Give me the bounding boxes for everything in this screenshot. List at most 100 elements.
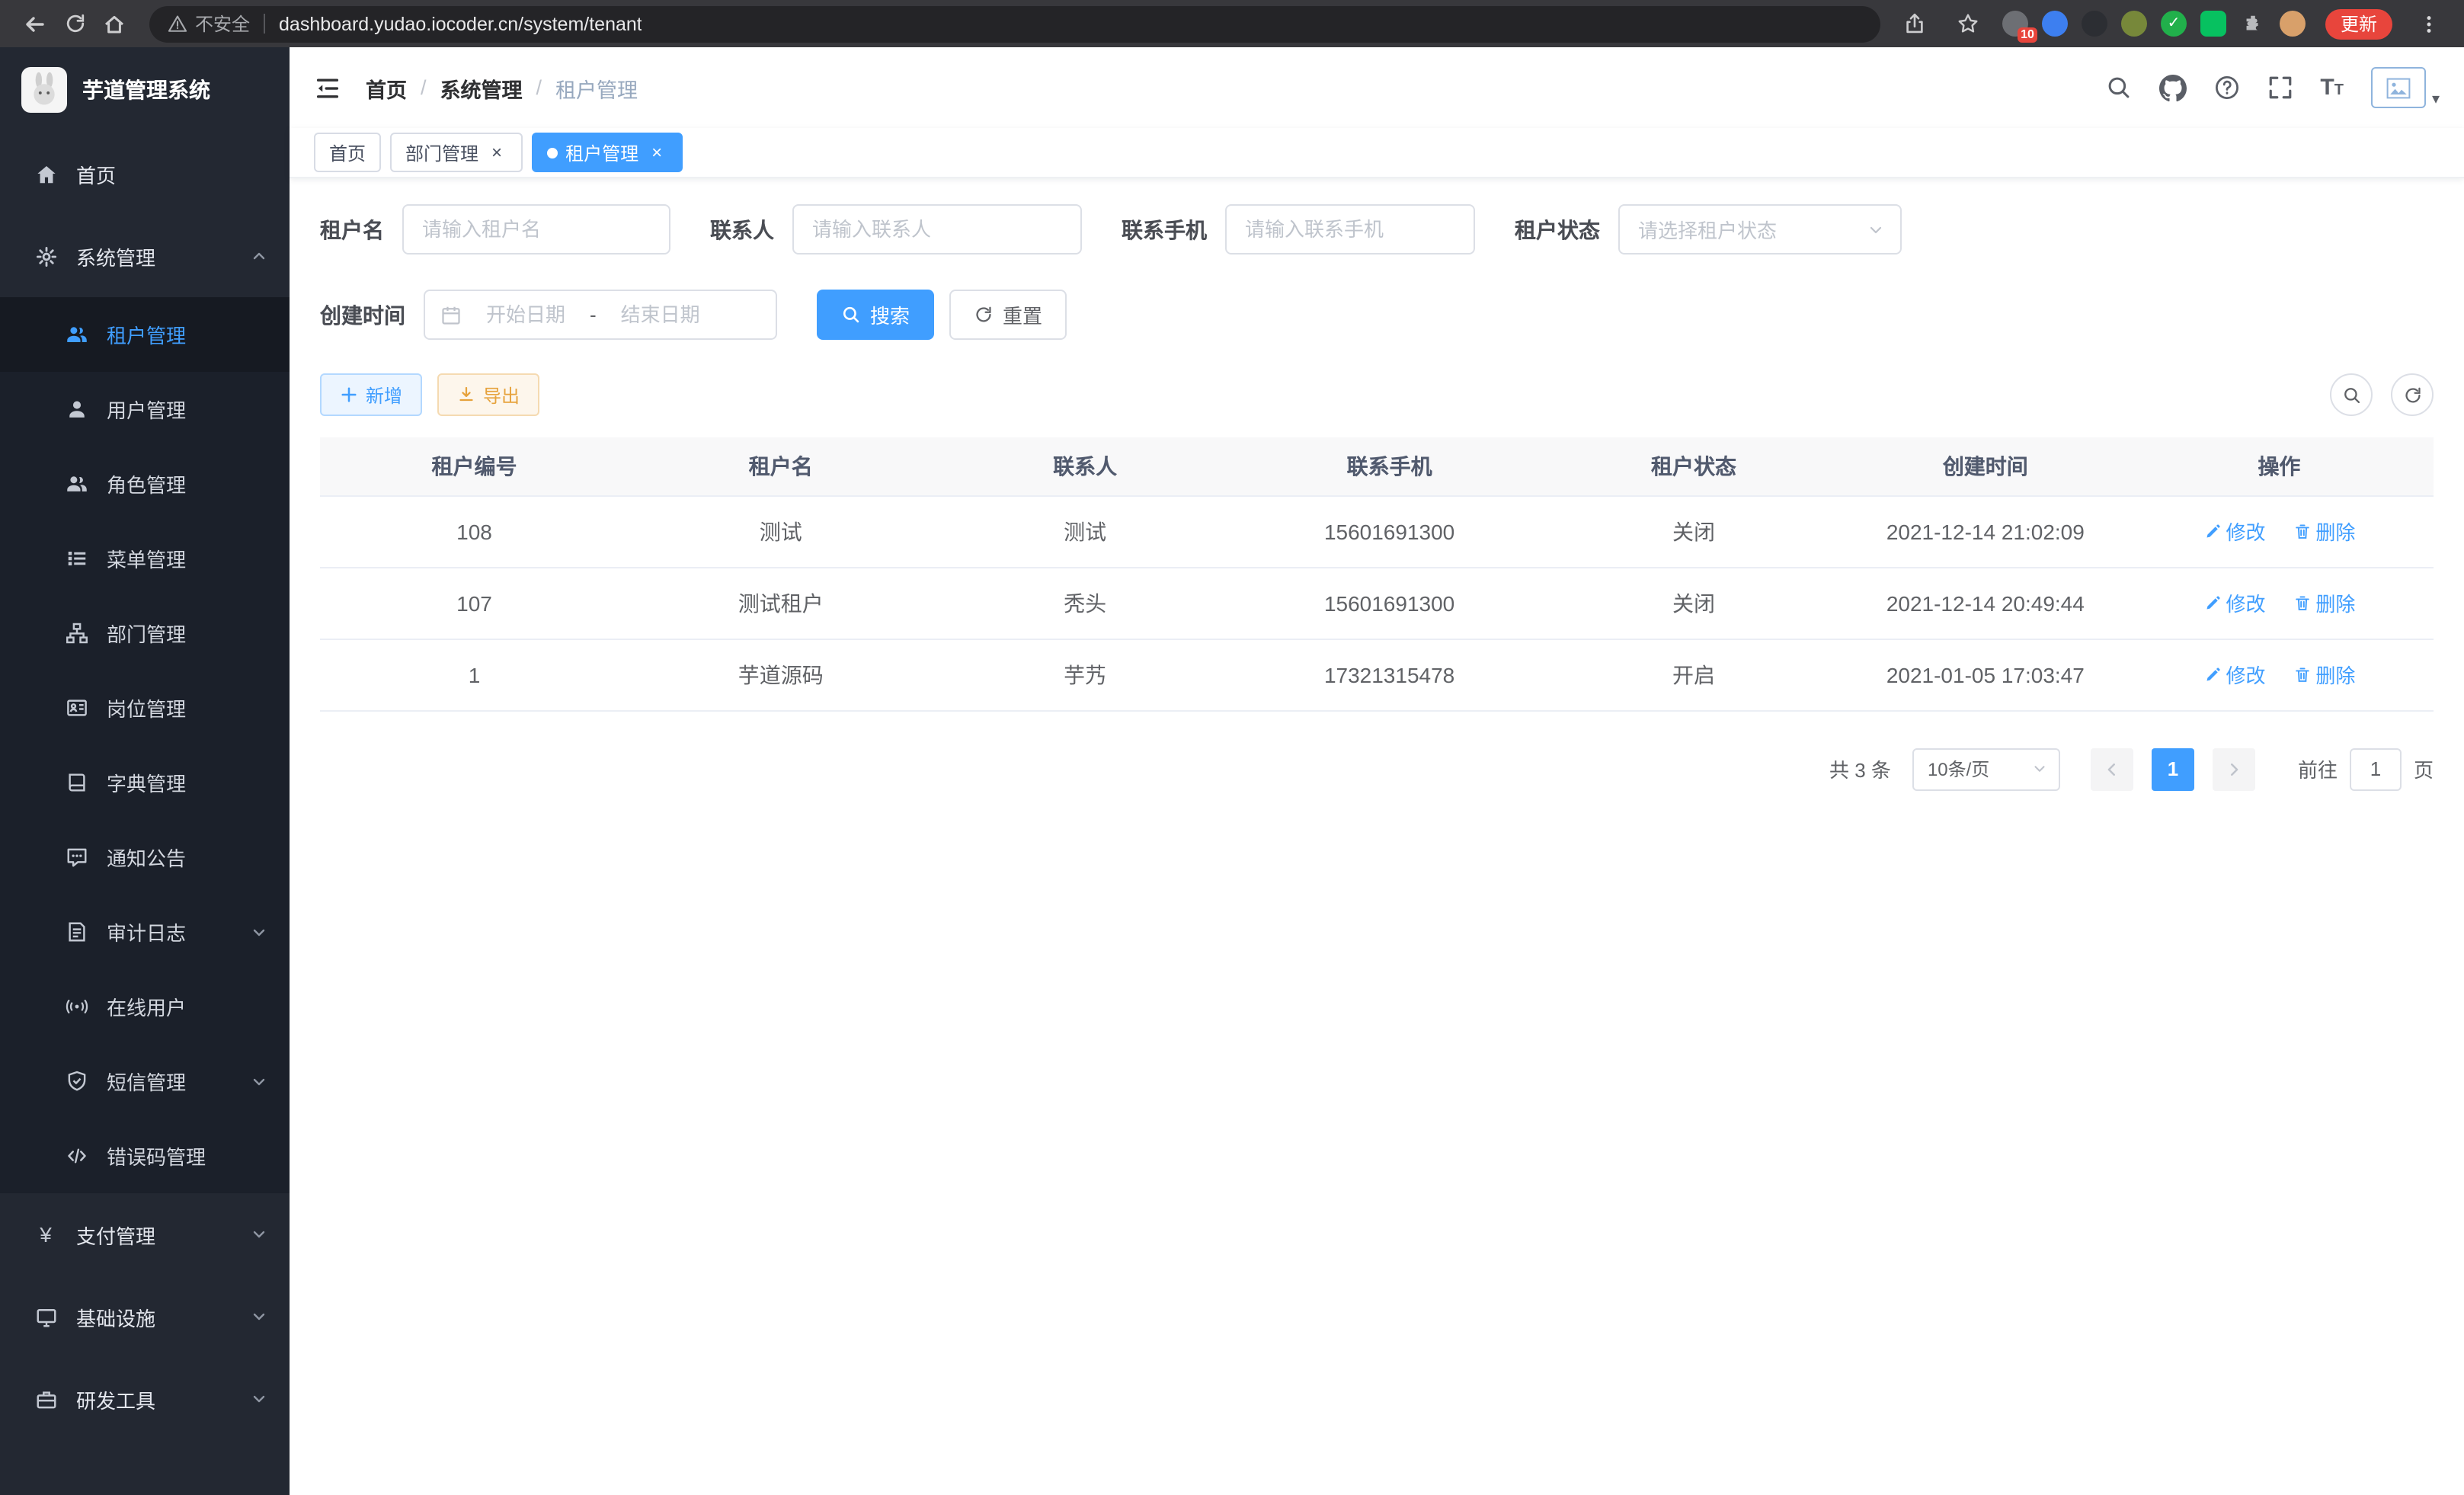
sidebar-item-notice[interactable]: 通知公告: [0, 820, 290, 895]
sidebar-item-home[interactable]: 首页: [0, 133, 290, 215]
delete-button[interactable]: 删除: [2293, 588, 2355, 617]
export-button[interactable]: 导出: [437, 373, 539, 416]
chrome-update-button[interactable]: 更新: [2325, 8, 2392, 39]
col-header-created: 创建时间: [1846, 437, 2125, 495]
browser-refresh-button[interactable]: [55, 4, 94, 43]
app-logo[interactable]: 芋道管理系统: [0, 47, 290, 133]
plus-icon: [340, 386, 358, 404]
github-button[interactable]: [2158, 74, 2186, 101]
sidebar-item-pay[interactable]: ¥ 支付管理: [0, 1193, 290, 1276]
sidebar-item-label: 支付管理: [76, 1220, 232, 1249]
delete-label: 删除: [2315, 517, 2355, 546]
user-menu[interactable]: ▾: [2371, 67, 2440, 108]
sidebar-item-infra[interactable]: 基础设施: [0, 1276, 290, 1358]
cell-actions: 修改 删除: [2125, 567, 2434, 639]
date-end-input[interactable]: [606, 303, 715, 326]
cell-id: 1: [320, 639, 629, 710]
prev-page-button[interactable]: [2091, 748, 2133, 790]
filter-label: 联系人: [710, 214, 792, 245]
site-security[interactable]: 不安全: [168, 11, 250, 37]
bookmark-button[interactable]: [1949, 4, 1989, 43]
sidebar-item-sms[interactable]: 短信管理: [0, 1044, 290, 1119]
tab-home[interactable]: 首页: [314, 133, 381, 172]
sidebar-item-devtool[interactable]: 研发工具: [0, 1358, 290, 1440]
user-icon: [64, 397, 88, 421]
date-start-input[interactable]: [471, 303, 581, 326]
sidebar-toggle-button[interactable]: [314, 74, 341, 101]
browser-back-button[interactable]: [15, 4, 55, 43]
phone-input[interactable]: [1225, 204, 1475, 255]
main-area: 首页 / 系统管理 / 租户管理: [290, 47, 2464, 1495]
active-tab-dot: [547, 147, 558, 158]
extension-icon[interactable]: [2121, 11, 2147, 37]
date-separator: -: [590, 303, 597, 326]
reset-button[interactable]: 重置: [949, 290, 1067, 340]
page-size-select[interactable]: 10条/页: [1912, 748, 2060, 790]
delete-button[interactable]: 删除: [2293, 517, 2355, 546]
font-size-icon: T: [2320, 76, 2334, 99]
comment-icon: [64, 845, 88, 869]
sidebar-item-menu[interactable]: 菜单管理: [0, 521, 290, 596]
tab-close-icon[interactable]: ×: [646, 142, 667, 163]
sidebar-item-dict[interactable]: 字典管理: [0, 745, 290, 820]
extension-icon[interactable]: [2042, 11, 2068, 37]
sidebar-item-errcode[interactable]: 错误码管理: [0, 1119, 290, 1193]
breadcrumb-item[interactable]: 首页: [366, 72, 407, 103]
profile-avatar[interactable]: [2280, 11, 2306, 37]
hide-search-button[interactable]: [2330, 373, 2373, 416]
sidebar-fold-icon: [314, 74, 341, 101]
browser-menu-button[interactable]: [2409, 4, 2449, 43]
date-range-picker[interactable]: -: [424, 290, 777, 340]
delete-label: 删除: [2315, 660, 2355, 689]
contact-input[interactable]: [792, 204, 1082, 255]
cell-status: 关闭: [1541, 495, 1845, 567]
header-search-button[interactable]: [2105, 75, 2131, 101]
edit-button[interactable]: 修改: [2203, 660, 2266, 689]
share-button[interactable]: [1896, 4, 1935, 43]
next-page-button[interactable]: [2213, 748, 2255, 790]
chevron-right-icon: [2225, 760, 2243, 778]
sidebar-item-user[interactable]: 用户管理: [0, 372, 290, 447]
extension-icon[interactable]: 10: [2002, 11, 2028, 37]
tab-dept[interactable]: 部门管理 ×: [390, 133, 523, 172]
status-select[interactable]: 请选择租户状态: [1618, 204, 1902, 255]
refresh-table-button[interactable]: [2391, 373, 2434, 416]
sidebar-item-online-user[interactable]: 在线用户: [0, 969, 290, 1044]
goto-page-input[interactable]: [2350, 748, 2402, 790]
extensions-puzzle-button[interactable]: [2240, 11, 2266, 37]
edit-label: 修改: [2226, 588, 2266, 617]
breadcrumb-item[interactable]: 系统管理: [440, 72, 523, 103]
sidebar-item-audit-log[interactable]: 审计日志: [0, 895, 290, 969]
help-button[interactable]: [2213, 75, 2239, 101]
extension-icon[interactable]: [2082, 11, 2107, 37]
sidebar-item-role[interactable]: 角色管理: [0, 447, 290, 521]
search-button[interactable]: 搜索: [817, 290, 934, 340]
search-button-label: 搜索: [870, 300, 910, 329]
filter-contact: 联系人: [710, 204, 1082, 255]
font-size-button[interactable]: TT: [2320, 76, 2344, 99]
tab-tenant[interactable]: 租户管理 ×: [532, 133, 683, 172]
fullscreen-button[interactable]: [2267, 75, 2293, 101]
edit-button[interactable]: 修改: [2203, 588, 2266, 617]
delete-button[interactable]: 删除: [2293, 660, 2355, 689]
extension-icon[interactable]: [2200, 11, 2226, 37]
code-icon: [64, 1144, 88, 1168]
edit-icon: [2203, 594, 2222, 612]
pagination-total: 共 3 条: [1829, 754, 1891, 783]
book-icon: [64, 770, 88, 795]
sidebar-item-post[interactable]: 岗位管理: [0, 671, 290, 745]
address-bar[interactable]: 不安全 dashboard.yudao.iocoder.cn/system/te…: [149, 5, 1880, 42]
tab-close-icon[interactable]: ×: [486, 142, 507, 163]
add-button[interactable]: 新增: [320, 373, 422, 416]
sidebar-item-dept[interactable]: 部门管理: [0, 596, 290, 671]
tenant-name-input[interactable]: [402, 204, 670, 255]
page-number-current[interactable]: 1: [2152, 748, 2194, 790]
sidebar-item-tenant[interactable]: 租户管理: [0, 297, 290, 372]
extension-icon[interactable]: ✓: [2161, 11, 2187, 37]
font-size-icon-small: T: [2334, 84, 2344, 99]
browser-home-button[interactable]: [94, 4, 134, 43]
edit-button[interactable]: 修改: [2203, 517, 2266, 546]
sidebar-item-system[interactable]: 系统管理: [0, 215, 290, 297]
chevron-down-icon: [250, 1390, 268, 1408]
sidebar-item-label: 通知公告: [107, 843, 268, 872]
